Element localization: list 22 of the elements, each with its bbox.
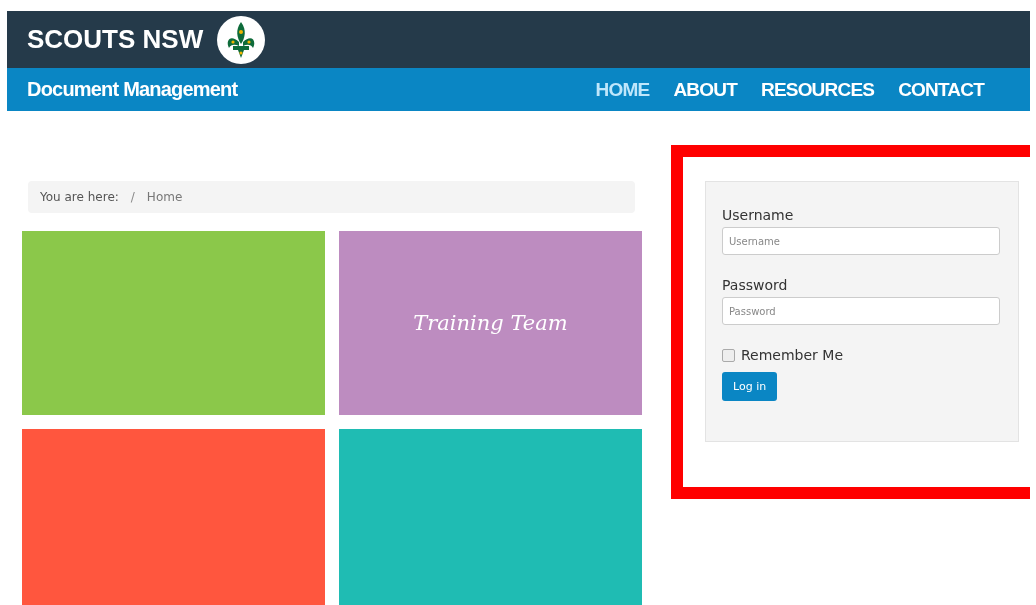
breadcrumb-label: You are here: [40, 190, 119, 204]
tile[interactable] [22, 429, 325, 605]
checkbox[interactable] [722, 348, 735, 362]
checkbox-label: Remember Me [741, 347, 843, 363]
tile[interactable] [22, 231, 325, 415]
tile[interactable] [339, 429, 642, 605]
breadcrumb-link[interactable]: Home [146, 190, 183, 204]
field-label: Username [722, 207, 795, 223]
nav-link[interactable]: ABOUT [673, 78, 737, 101]
nav-link[interactable]: RESOURCES [760, 78, 875, 101]
tile[interactable]: Training Team [339, 231, 642, 415]
site-subtitle: Document Management [27, 78, 238, 101]
breadcrumb-separator: / [130, 190, 135, 204]
nav-link[interactable]: CONTACT [898, 78, 984, 101]
nav-link[interactable]: HOME [595, 78, 650, 101]
login-button[interactable]: Log in [722, 372, 778, 401]
input-field[interactable]: Password [722, 297, 1000, 325]
site-title: SCOUTS NSW [27, 24, 204, 55]
field-label: Password [722, 277, 789, 293]
input-field[interactable]: Username [722, 227, 1000, 255]
tile-title: Training Team [413, 311, 568, 335]
fleur-de-lis-logo [217, 15, 266, 64]
